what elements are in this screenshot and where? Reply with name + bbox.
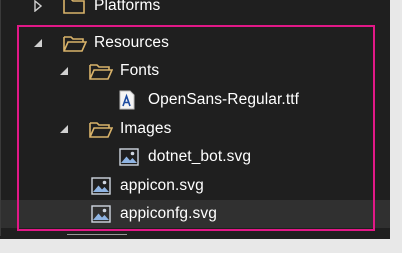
expanded-caret-icon[interactable] <box>57 122 71 136</box>
folder-icon <box>63 0 85 14</box>
tree-item-label: OpenSans-Regular.ttf <box>148 91 300 108</box>
tree-item-fonts[interactable]: Fonts <box>1 57 402 85</box>
bottom-divider <box>0 236 402 239</box>
tree-item-dotnet-bot-svg[interactable]: dotnet_bot.svg <box>1 143 402 171</box>
expanded-caret-icon[interactable] <box>31 36 45 50</box>
tree-item-label: Resources <box>94 34 169 51</box>
window-bottom-edge <box>0 236 402 253</box>
tree-item-label: appicon.svg <box>120 177 204 194</box>
expanded-caret-icon[interactable] <box>57 64 71 78</box>
folder-open-icon <box>89 120 113 138</box>
image-file-icon <box>119 148 139 166</box>
window-right-edge <box>390 0 402 253</box>
tree-item-images[interactable]: Images <box>1 115 402 143</box>
solution-explorer-tree: Platforms Resources Fonts OpenSans-Regul… <box>0 0 402 253</box>
tree-item-resources[interactable]: Resources <box>1 29 402 57</box>
collapsed-caret-icon[interactable] <box>31 0 45 13</box>
tree-item-opensans-regular-ttf[interactable]: OpenSans-Regular.ttf <box>1 86 402 114</box>
font-file-icon <box>118 90 136 110</box>
tree-item-appicon-svg[interactable]: appicon.svg <box>1 172 402 200</box>
tree-item-label: dotnet_bot.svg <box>148 148 252 165</box>
tree-item-platforms[interactable]: Platforms <box>1 0 402 20</box>
tree-item-label: Images <box>120 120 172 137</box>
folder-open-icon <box>89 62 113 80</box>
folder-open-icon <box>63 34 87 52</box>
tree-item-appiconfg-svg[interactable]: appiconfg.svg <box>1 200 402 228</box>
image-file-icon <box>91 205 111 223</box>
tree-item-label: Platforms <box>94 0 161 14</box>
tree-item-label: appiconfg.svg <box>120 205 217 222</box>
image-file-icon <box>91 177 111 195</box>
tree-item-label: Fonts <box>120 62 160 79</box>
